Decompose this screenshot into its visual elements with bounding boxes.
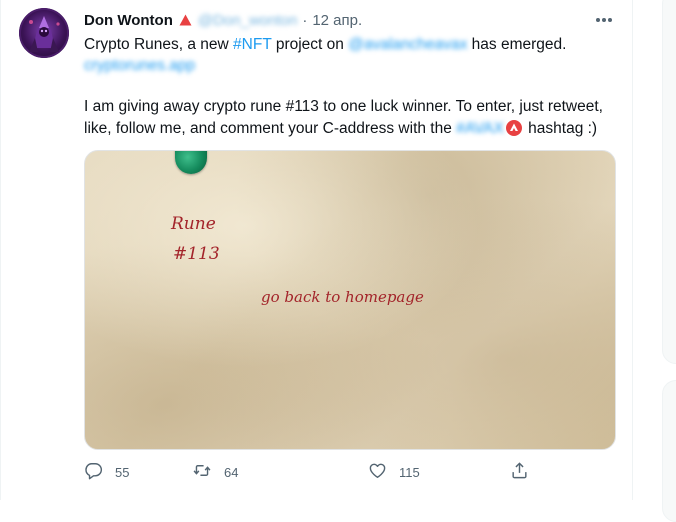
share-button[interactable]	[510, 461, 529, 483]
tweet-text: Crypto Runes, a new	[84, 36, 234, 53]
more-button[interactable]	[592, 10, 616, 28]
tweet-text: hashtag :)	[523, 120, 598, 137]
more-horizontal-icon	[595, 10, 613, 28]
reply-icon	[84, 461, 103, 483]
avatar[interactable]	[19, 8, 69, 58]
homepage-link[interactable]: go back to homepage	[261, 288, 424, 306]
tweet-text: like, follow me, and comment your C-addr…	[84, 120, 457, 137]
tweet-header: Don Wonton @Don_wonton · 12 апр.	[84, 10, 362, 30]
tweet-text-line: like, follow me, and comment your C-addr…	[84, 118, 624, 143]
mention-link[interactable]: @avalancheavax	[348, 36, 467, 53]
tweet-text-line: cryptorunes.app	[84, 55, 624, 77]
avax-logo-icon	[505, 120, 522, 143]
like-button[interactable]: 115	[368, 461, 420, 483]
separator-dot: ·	[302, 11, 308, 29]
tweet-text: I am giving away crypto rune #113 to one…	[84, 98, 603, 115]
tweet-actions: 55 64 115	[84, 461, 624, 483]
heart-icon	[368, 461, 387, 483]
share-icon	[510, 461, 529, 483]
tweet-text: has emerged.	[467, 36, 567, 53]
like-count: 115	[399, 464, 420, 480]
rune-number: #113	[173, 244, 220, 264]
retweet-button[interactable]: 64	[192, 461, 238, 483]
tweet-media-image[interactable]: Rune #113 go back to homepage	[84, 150, 616, 450]
sidebar-card	[662, 0, 676, 364]
tweet-text-line: Crypto Runes, a new #NFT project on @ava…	[84, 34, 624, 56]
hashtag-link[interactable]: #AVAX	[456, 120, 504, 137]
retweet-count: 64	[224, 464, 239, 480]
reply-button[interactable]: 55	[84, 461, 129, 483]
display-name[interactable]: Don Wonton	[84, 12, 173, 29]
timeline-right-border	[632, 0, 633, 500]
rune-title: Rune	[171, 214, 216, 234]
hashtag-link[interactable]: #NFT	[233, 36, 271, 53]
sidebar-card	[662, 380, 676, 522]
reply-count: 55	[115, 464, 130, 480]
tweet-text-line: I am giving away crypto rune #113 to one…	[84, 96, 624, 118]
timestamp[interactable]: 12 апр.	[312, 12, 362, 29]
url-link[interactable]: cryptorunes.app	[84, 57, 195, 74]
tweet-text: project on	[271, 36, 349, 53]
avax-triangle-icon	[179, 14, 192, 26]
handle[interactable]: @Don_wonton	[198, 12, 297, 29]
retweet-icon	[192, 461, 212, 483]
timeline-left-border	[0, 0, 1, 500]
emerald-gem-icon	[175, 151, 207, 174]
